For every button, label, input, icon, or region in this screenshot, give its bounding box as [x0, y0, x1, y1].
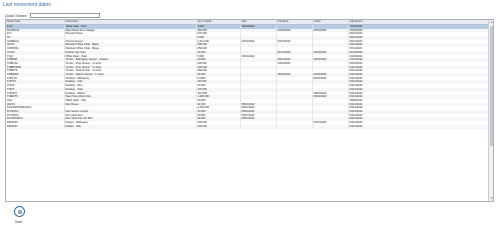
scroll-up-arrow-icon[interactable]: ▲ — [489, 20, 493, 25]
quick-search-input[interactable] — [29, 13, 100, 18]
quick-search-row: Quick Search — [5, 13, 100, 18]
table-cell: DRAW/O — [6, 124, 65, 129]
table-body: F1/K Office Desk - Pine 2.000 20/01/2022 17/… — [6, 24, 491, 129]
table-cell: Drawer - Oak — [64, 124, 197, 129]
save-icon — [17, 209, 22, 214]
quick-search-label: Quick Search — [5, 13, 27, 18]
scrollbar-thumb[interactable] — [490, 26, 493, 146]
save-label: Save — [15, 220, 23, 224]
table-cell — [276, 124, 313, 129]
movement-grid: Stock Code Description Qty in Stock Sale Pur… — [5, 19, 494, 202]
scroll-down-arrow-icon[interactable]: ▼ — [489, 196, 493, 201]
table-row[interactable]: DRAW/O Drawer - Oak 100.000 04/12/2022 — [6, 124, 491, 129]
table-cell — [240, 124, 277, 129]
vertical-scrollbar[interactable]: ▲ ▼ — [488, 20, 493, 201]
table-cell: 04/12/2022 — [348, 124, 491, 129]
movement-table: Stock Code Description Qty in Stock Sale Pur… — [6, 20, 491, 129]
table-cell — [312, 124, 349, 129]
page-title: Last movement dates — [3, 2, 51, 8]
table-cell: 100.000 — [196, 124, 241, 129]
save-button[interactable] — [14, 206, 25, 217]
